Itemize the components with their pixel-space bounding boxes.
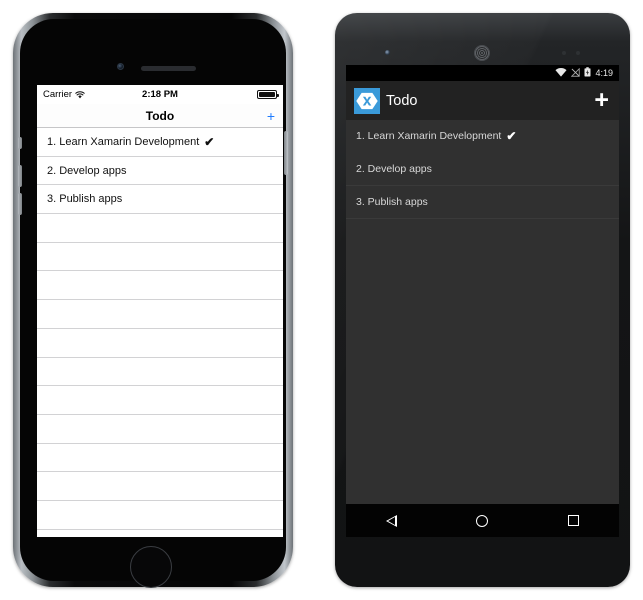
battery-charging-icon [584, 67, 591, 79]
iphone-body: Carrier 2:18 PM Todo + 1. Learn Xamarin … [18, 19, 288, 588]
no-signal-icon [571, 67, 581, 79]
list-item-empty [37, 386, 283, 415]
list-item[interactable]: 3. Publish apps [37, 185, 283, 215]
list-item-empty [37, 415, 283, 444]
add-item-button[interactable]: + [594, 88, 609, 112]
list-item-label: 2. Develop apps [356, 163, 432, 175]
front-camera-icon [117, 63, 124, 70]
android-navigation-bar [346, 504, 619, 537]
recents-icon[interactable] [568, 515, 580, 526]
silent-switch[interactable] [18, 137, 22, 149]
android-status-bar: 4:19 [346, 65, 619, 81]
list-item-label: 3. Publish apps [47, 193, 123, 206]
list-item-label: 3. Publish apps [356, 196, 428, 208]
list-item-empty [37, 214, 283, 243]
android-device: 4:19 Todo + 1. Learn Xamarin Development… [335, 13, 630, 587]
checkmark-icon: ✔ [204, 134, 215, 149]
list-item-label: 1. Learn Xamarin Development [47, 135, 200, 148]
page-title: Todo [145, 108, 175, 123]
android-clock: 4:19 [595, 68, 613, 78]
list-item-empty [37, 271, 283, 301]
list-item-empty [37, 444, 283, 473]
earpiece-speaker [141, 66, 196, 71]
front-camera-icon [385, 50, 390, 55]
ios-status-right [257, 90, 279, 99]
ios-status-bar: Carrier 2:18 PM [37, 85, 283, 104]
android-todo-list[interactable]: 1. Learn Xamarin Development ✔ 2. Develop … [346, 120, 619, 219]
power-button[interactable] [284, 131, 288, 175]
list-item[interactable]: 3. Publish apps [346, 186, 619, 219]
ios-screen: Carrier 2:18 PM Todo + 1. Learn Xamarin … [37, 85, 283, 537]
ios-nav-bar: Todo + [37, 104, 283, 128]
xamarin-logo [354, 87, 380, 114]
list-item-empty [37, 501, 283, 530]
iphone-device: Carrier 2:18 PM Todo + 1. Learn Xamarin … [13, 13, 293, 588]
home-button[interactable] [130, 546, 172, 588]
device-comparison-stage: Carrier 2:18 PM Todo + 1. Learn Xamarin … [0, 0, 643, 600]
page-title: Todo [386, 92, 418, 109]
ios-clock: 2:18 PM [142, 89, 178, 100]
wifi-icon [555, 67, 568, 79]
proximity-sensor-icon [562, 51, 566, 55]
home-icon[interactable] [476, 514, 489, 527]
add-item-button[interactable]: + [267, 109, 275, 123]
list-item-empty [37, 329, 283, 358]
checkmark-icon: ✔ [506, 129, 517, 143]
list-item[interactable]: 1. Learn Xamarin Development ✔ [346, 120, 619, 153]
list-item[interactable]: 2. Develop apps [346, 153, 619, 186]
list-item[interactable]: 1. Learn Xamarin Development ✔ [37, 128, 283, 157]
android-screen: 4:19 Todo + 1. Learn Xamarin Development… [346, 65, 619, 537]
list-item-empty [37, 358, 283, 387]
light-sensor-icon [576, 51, 580, 55]
list-item-empty [37, 243, 283, 272]
ios-todo-list[interactable]: 1. Learn Xamarin Development ✔ 2. Develop … [37, 128, 283, 537]
list-item-label: 1. Learn Xamarin Development [356, 130, 502, 142]
back-icon[interactable] [385, 514, 397, 527]
list-item[interactable]: 2. Develop apps [37, 157, 283, 186]
volume-down-button[interactable] [18, 193, 22, 215]
list-item-empty [37, 530, 283, 537]
volume-up-button[interactable] [18, 165, 22, 187]
list-item-empty [37, 472, 283, 501]
battery-full-icon [257, 90, 279, 99]
list-empty-area [346, 219, 619, 504]
list-item-label: 2. Develop apps [47, 164, 127, 177]
earpiece-speaker [474, 45, 490, 61]
list-item-empty [37, 300, 283, 329]
android-app-bar: Todo + [346, 81, 619, 120]
